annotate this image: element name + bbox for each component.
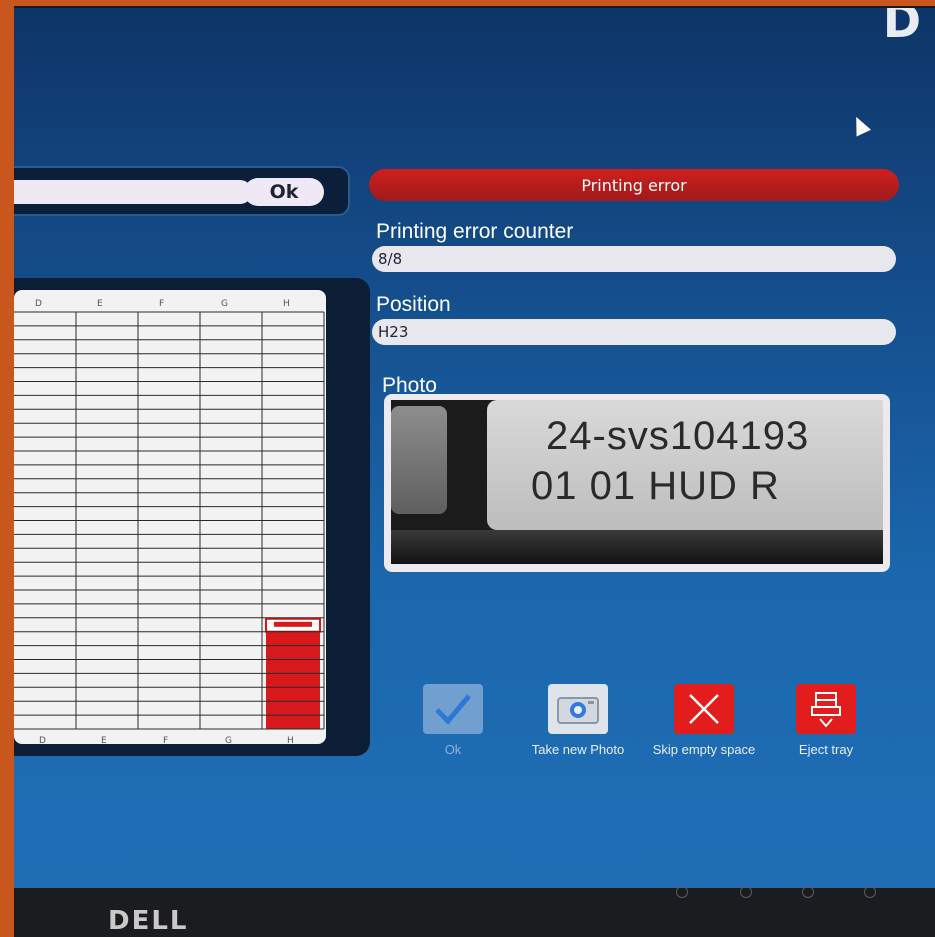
column-header-top: H — [283, 299, 290, 309]
photo-image: 24-svs104193 01 01 HUD R — [391, 400, 883, 564]
checkmark-icon — [423, 684, 483, 734]
take-new-photo-label: Take new Photo — [531, 742, 625, 757]
counter-value: 8/8 — [372, 246, 896, 272]
column-header-bottom: D — [39, 736, 46, 744]
error-cell[interactable] — [266, 687, 320, 702]
dell-logo: DELL — [108, 906, 189, 936]
photo-frame: 24-svs104193 01 01 HUD R — [384, 394, 890, 572]
corner-letter: D — [882, 8, 921, 48]
mouse-cursor-icon — [848, 113, 872, 137]
selected-cell-marker — [274, 621, 312, 627]
column-header-top: E — [97, 299, 103, 309]
error-cell[interactable] — [266, 631, 320, 646]
monitor-button[interactable] — [864, 886, 876, 898]
photo-bottom-shadow — [391, 530, 883, 564]
tray-grid-svg: DEFGHDEFGH123456789101112131415161718192… — [14, 299, 325, 744]
status-banner: Printing error — [369, 169, 899, 201]
photo-text-line2: 01 01 HUD R — [531, 464, 780, 508]
eject-tray-label: Eject tray — [798, 742, 854, 757]
search-input[interactable] — [14, 180, 252, 204]
monitor-button[interactable] — [740, 886, 752, 898]
error-cell[interactable] — [266, 715, 320, 729]
search-bar: Ok — [14, 166, 350, 216]
close-x-icon — [674, 684, 734, 734]
error-cell[interactable] — [266, 673, 320, 688]
search-ok-button[interactable]: Ok — [244, 178, 324, 206]
take-new-photo-action[interactable]: Take new Photo — [522, 684, 634, 757]
position-label: Position — [376, 293, 451, 316]
column-header-top: F — [159, 299, 164, 309]
photo-text-line1: 24-svs104193 — [546, 414, 810, 458]
error-cell[interactable] — [266, 645, 320, 660]
column-header-bottom: H — [287, 736, 294, 744]
monitor-button[interactable] — [802, 886, 814, 898]
column-header-bottom: F — [163, 736, 168, 744]
eject-tray-action[interactable]: Eject tray — [784, 684, 868, 757]
eject-tray-icon — [796, 684, 856, 734]
screen: D Ok Printing error Printing error count… — [14, 8, 935, 888]
skip-empty-space-action[interactable]: Skip empty space — [640, 684, 768, 757]
column-header-top: G — [221, 299, 228, 309]
monitor-button[interactable] — [676, 886, 688, 898]
counter-label: Printing error counter — [376, 220, 574, 243]
column-header-bottom: G — [225, 736, 232, 744]
tray-grid: DEFGHDEFGH123456789101112131415161718192… — [14, 290, 326, 744]
position-value: H23 — [372, 319, 896, 345]
tray-grid-panel: DEFGHDEFGH123456789101112131415161718192… — [14, 278, 370, 756]
column-header-bottom: E — [101, 736, 107, 744]
skip-empty-space-label: Skip empty space — [652, 742, 756, 757]
ok-action-label: Ok — [444, 742, 462, 757]
error-cell[interactable] — [266, 701, 320, 716]
photo-left-slide — [391, 406, 447, 514]
camera-icon — [548, 684, 608, 734]
error-cell[interactable] — [266, 659, 320, 674]
column-header-top: D — [35, 299, 42, 309]
ok-action[interactable]: Ok — [418, 684, 488, 757]
